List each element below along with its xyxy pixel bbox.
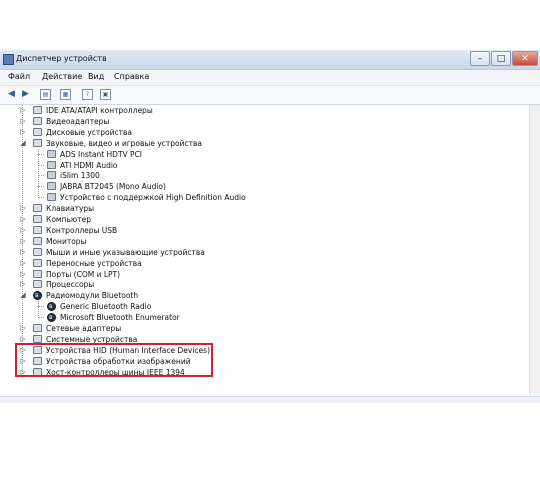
tree-item-label: Мыши и иные указывающие устройства bbox=[46, 247, 205, 257]
audio-device-icon bbox=[47, 171, 56, 180]
menu-view[interactable]: Вид bbox=[88, 72, 104, 81]
forward-arrow-icon[interactable]: ▶ bbox=[20, 89, 31, 100]
device-category-icon bbox=[33, 127, 42, 136]
audio-device-icon bbox=[47, 193, 56, 202]
tree-item-label: Microsoft Bluetooth Enumerator bbox=[60, 313, 180, 323]
menu-help[interactable]: Справка bbox=[114, 72, 149, 81]
device-category-icon bbox=[33, 324, 42, 332]
title-bar[interactable]: Диспетчер устройств – □ ✕ bbox=[0, 50, 540, 70]
device-category-icon bbox=[33, 236, 42, 245]
tree-item-label: Сетевые адаптеры bbox=[46, 324, 122, 333]
tree-item-label: ATI HDMI Audio bbox=[60, 160, 118, 170]
device-category-icon bbox=[33, 269, 42, 278]
expand-arrow-icon[interactable]: ▷ bbox=[19, 279, 27, 290]
expand-arrow-icon[interactable]: ▷ bbox=[19, 127, 27, 138]
bluetooth-highlight-box bbox=[15, 343, 213, 377]
audio-device-icon bbox=[47, 182, 56, 191]
expand-arrow-icon[interactable]: ▷ bbox=[19, 116, 27, 127]
device-category-icon bbox=[33, 258, 42, 267]
expand-arrow-icon[interactable]: ▷ bbox=[19, 236, 27, 247]
expand-arrow-icon[interactable]: ▷ bbox=[19, 105, 27, 116]
minimize-button[interactable]: – bbox=[470, 51, 490, 66]
back-arrow-icon[interactable]: ◀ bbox=[6, 89, 17, 100]
status-bar bbox=[0, 396, 540, 403]
tree-item-label: Устройство с поддержкой High Definition … bbox=[60, 193, 246, 203]
scan-hardware-icon[interactable]: ▦ bbox=[60, 89, 71, 100]
tree-item-label: Generic Bluetooth Radio bbox=[60, 302, 152, 312]
tree-branch-line bbox=[38, 148, 39, 198]
tree-item-label: Звуковые, видео и игровые устройства bbox=[46, 138, 203, 148]
properties-icon[interactable]: ▤ bbox=[40, 89, 51, 100]
device-category-icon bbox=[33, 138, 42, 147]
expand-arrow-icon[interactable]: ▷ bbox=[19, 323, 27, 334]
tree-item-label: Компьютер bbox=[46, 215, 91, 224]
tree-item-label: Мониторы bbox=[46, 236, 87, 246]
device-category-icon bbox=[33, 225, 42, 234]
device-category-icon bbox=[33, 215, 42, 223]
audio-device-icon bbox=[47, 149, 56, 158]
window-title: Диспетчер устройств bbox=[16, 54, 107, 63]
menu-bar: Файл Действие Вид Справка bbox=[0, 70, 540, 86]
collapse-arrow-icon[interactable]: ◢ bbox=[19, 290, 27, 301]
expand-arrow-icon[interactable]: ▷ bbox=[19, 203, 27, 214]
expand-arrow-icon[interactable]: ▷ bbox=[19, 214, 27, 225]
menu-file[interactable]: Файл bbox=[8, 72, 30, 81]
collapse-arrow-icon[interactable]: ◢ bbox=[19, 138, 27, 149]
device-category-icon bbox=[33, 116, 42, 125]
expand-arrow-icon[interactable]: ▷ bbox=[19, 269, 27, 280]
tree-item-label: Дисковые устройства bbox=[46, 127, 132, 137]
device-category-icon bbox=[33, 204, 42, 213]
tree-item-label: Радиомодули Bluetooth bbox=[46, 291, 139, 301]
tree-item-label: iSlim 1300 bbox=[60, 171, 100, 181]
tree-item-label: Клавиатуры bbox=[46, 204, 95, 214]
tree-item-label: Переносные устройства bbox=[46, 258, 142, 268]
tree-branch-line bbox=[38, 301, 39, 318]
expand-arrow-icon[interactable]: ▷ bbox=[19, 247, 27, 258]
tree-item-label: ADS Instant HDTV PCI bbox=[60, 149, 143, 159]
bluetooth-icon bbox=[33, 290, 42, 301]
vertical-scrollbar[interactable] bbox=[529, 105, 540, 395]
tree-item-label: JABRA BT2045 (Mono Audio) bbox=[60, 182, 166, 192]
refresh-icon[interactable]: ▣ bbox=[100, 89, 111, 100]
tree-item-label: IDE ATA/ATAPI контроллеры bbox=[46, 106, 153, 115]
maximize-button[interactable]: □ bbox=[491, 51, 511, 66]
bluetooth-icon bbox=[47, 301, 56, 312]
menu-action[interactable]: Действие bbox=[42, 72, 82, 81]
tree-item-label: Контроллеры USB bbox=[46, 225, 118, 235]
device-category-icon bbox=[33, 334, 42, 343]
audio-device-icon bbox=[47, 160, 56, 169]
device-category-icon bbox=[33, 280, 42, 289]
device-manager-window: Диспетчер устройств – □ ✕ Файл Действие … bbox=[0, 50, 540, 403]
tree-item-label: Процессоры bbox=[46, 280, 95, 290]
device-category-icon bbox=[33, 247, 42, 256]
tree-item-label: Видеоадаптеры bbox=[46, 116, 110, 126]
bluetooth-icon bbox=[47, 312, 56, 323]
device-manager-icon bbox=[3, 54, 14, 65]
device-category-icon bbox=[33, 106, 42, 114]
help-icon[interactable]: ? bbox=[82, 89, 93, 100]
expand-arrow-icon[interactable]: ▷ bbox=[19, 258, 27, 269]
expand-arrow-icon[interactable]: ▷ bbox=[19, 225, 27, 236]
close-button[interactable]: ✕ bbox=[512, 51, 538, 66]
toolbar: ◀ ▶ ▤ ▦ ? ▣ bbox=[0, 86, 540, 105]
tree-item-label: Порты (COM и LPT) bbox=[46, 269, 121, 279]
